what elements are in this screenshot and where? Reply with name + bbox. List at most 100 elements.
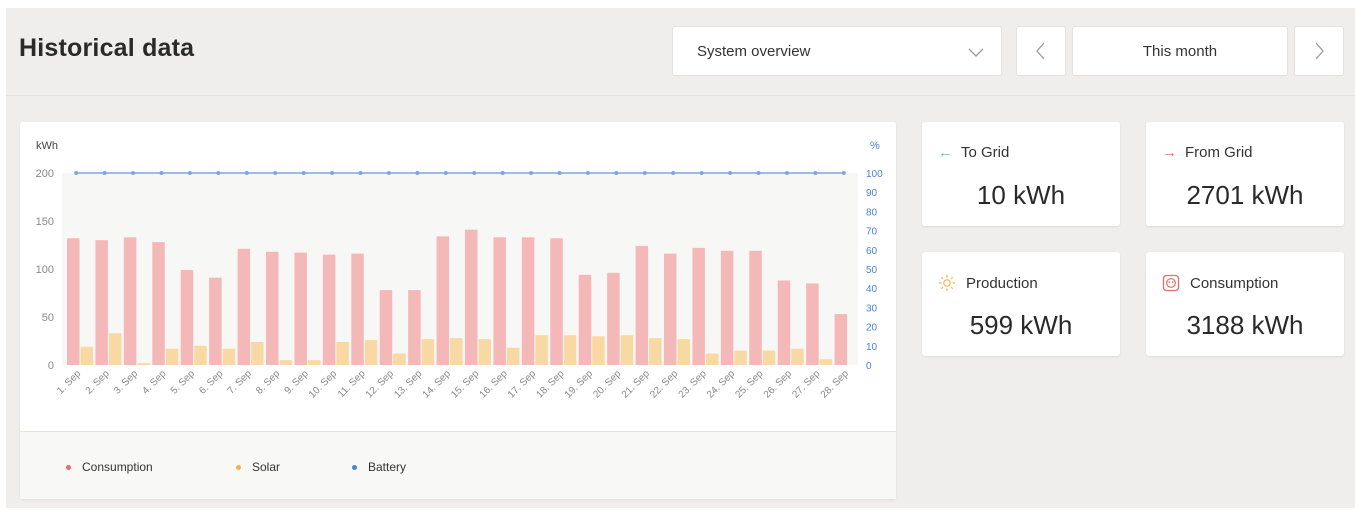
- x-tick-label: 23. Sep: [677, 368, 709, 400]
- battery-point: [756, 171, 761, 175]
- solar-bar: [165, 348, 179, 365]
- battery-point: [187, 171, 192, 175]
- solar-bar: [307, 360, 321, 365]
- solar-bar: [762, 350, 776, 365]
- consumption-bar: [465, 229, 478, 365]
- stat-label: From Grid: [1185, 144, 1253, 161]
- battery-point: [728, 171, 733, 175]
- history-chart-card: kWh% 0 50 100 150 200 0 10 20 30 40 50 60 70 80 90 100 1.…: [20, 122, 896, 499]
- legend-item-consumption[interactable]: Consumption: [66, 460, 153, 474]
- x-tick-label: 25. Sep: [733, 368, 765, 400]
- consumption-bar: [379, 290, 393, 365]
- x-tick-label: 3. Sep: [112, 368, 141, 397]
- battery-point: [216, 171, 221, 175]
- view-select[interactable]: System overview: [672, 26, 1002, 76]
- consumption-bar: [209, 277, 222, 365]
- previous-period-button[interactable]: [1016, 26, 1066, 76]
- consumption-bar: [123, 237, 137, 365]
- x-tick-label: 27. Sep: [790, 368, 822, 400]
- battery-point: [585, 171, 590, 175]
- x-tick-label: 20. Sep: [591, 368, 623, 400]
- battery-point: [386, 171, 391, 175]
- battery-point: [74, 171, 79, 175]
- solar-bar: [222, 348, 236, 365]
- consumption-bar: [180, 269, 194, 365]
- consumption-bar: [493, 237, 506, 365]
- y2-tick-label: 40: [866, 284, 878, 295]
- solar-bar: [506, 347, 520, 365]
- battery-point: [131, 171, 136, 175]
- y-tick-label: 200: [36, 168, 54, 180]
- battery-point: [102, 171, 107, 175]
- consumption-bar: [607, 272, 620, 365]
- arrow-left-icon: ←: [938, 144, 953, 161]
- solar-bar: [478, 339, 491, 365]
- consumption-bar: [95, 240, 108, 365]
- y2-tick-label: 60: [866, 246, 878, 257]
- legend-label: Battery: [368, 460, 407, 474]
- period-select[interactable]: This month: [1072, 26, 1288, 76]
- y-axis-title: kWh: [36, 140, 58, 152]
- consumption-bar: [720, 250, 734, 365]
- solar-bar: [80, 346, 93, 365]
- chevron-left-icon: [1036, 42, 1045, 60]
- battery-point: [472, 171, 477, 175]
- consumption-bar: [806, 283, 819, 365]
- consumption-bar: [550, 238, 563, 365]
- chevron-right-icon: [1315, 42, 1324, 60]
- battery-point: [614, 171, 619, 175]
- solar-bar: [535, 335, 548, 365]
- from-grid-label: → From Grid: [1162, 144, 1253, 161]
- legend-item-battery[interactable]: Battery: [352, 460, 406, 474]
- battery-point: [415, 171, 420, 175]
- consumption-bar: [635, 245, 649, 365]
- solar-bar: [620, 335, 634, 365]
- consumption-bar: [777, 280, 791, 365]
- consumption-card: Consumption 3188 kWh: [1146, 252, 1344, 356]
- y2-tick-label: 80: [866, 207, 878, 218]
- page-frame: Historical data System overview This mon…: [6, 8, 1355, 508]
- solar-bar: [819, 359, 833, 365]
- x-tick-label: 8. Sep: [254, 368, 283, 397]
- legend-item-solar[interactable]: Solar: [236, 460, 280, 474]
- x-tick-label: 13. Sep: [392, 368, 424, 400]
- battery-point: [244, 171, 249, 175]
- production-value: 599 kWh: [969, 310, 1073, 340]
- to-grid-value: 10 kWh: [976, 180, 1066, 210]
- battery-point: [330, 171, 335, 175]
- y2-tick-label: 90: [866, 188, 878, 199]
- x-tick-label: 19. Sep: [563, 368, 595, 400]
- solar-bar: [393, 353, 406, 365]
- from-grid-value: 2701 kWh: [1186, 180, 1304, 210]
- stat-label: To Grid: [961, 144, 1010, 161]
- battery-point: [529, 171, 534, 175]
- x-tick-label: 7. Sep: [226, 368, 255, 397]
- consumption-bar: [351, 253, 364, 365]
- solar-bar: [677, 339, 690, 365]
- next-period-button[interactable]: [1294, 26, 1344, 76]
- to-grid-label: ← To Grid: [938, 144, 1009, 161]
- stat-label: Production: [966, 274, 1038, 292]
- y2-tick-label: 30: [866, 303, 878, 314]
- battery-point: [813, 171, 818, 175]
- x-tick-label: 10. Sep: [307, 368, 339, 400]
- solar-bar: [251, 341, 264, 365]
- page-header: Historical data System overview This mon…: [6, 8, 1355, 96]
- consumption-bar: [322, 254, 336, 365]
- consumption-bar: [294, 252, 307, 365]
- consumption-bar: [749, 250, 762, 365]
- consumption-bar: [834, 314, 848, 365]
- solar-bar: [592, 336, 605, 365]
- battery-point: [301, 171, 306, 175]
- solar-bar: [364, 340, 378, 365]
- outlet-icon: [1162, 274, 1180, 292]
- y2-tick-label: 50: [866, 265, 878, 276]
- solar-bar: [563, 335, 577, 365]
- to-grid-card: ← To Grid 10 kWh: [922, 122, 1120, 226]
- x-tick-label: 6. Sep: [197, 368, 226, 397]
- consumption-bar: [436, 236, 450, 365]
- solar-bar: [137, 363, 150, 365]
- sun-icon: [939, 275, 955, 291]
- x-tick-label: 14. Sep: [421, 368, 453, 400]
- consumption-bar: [237, 248, 251, 365]
